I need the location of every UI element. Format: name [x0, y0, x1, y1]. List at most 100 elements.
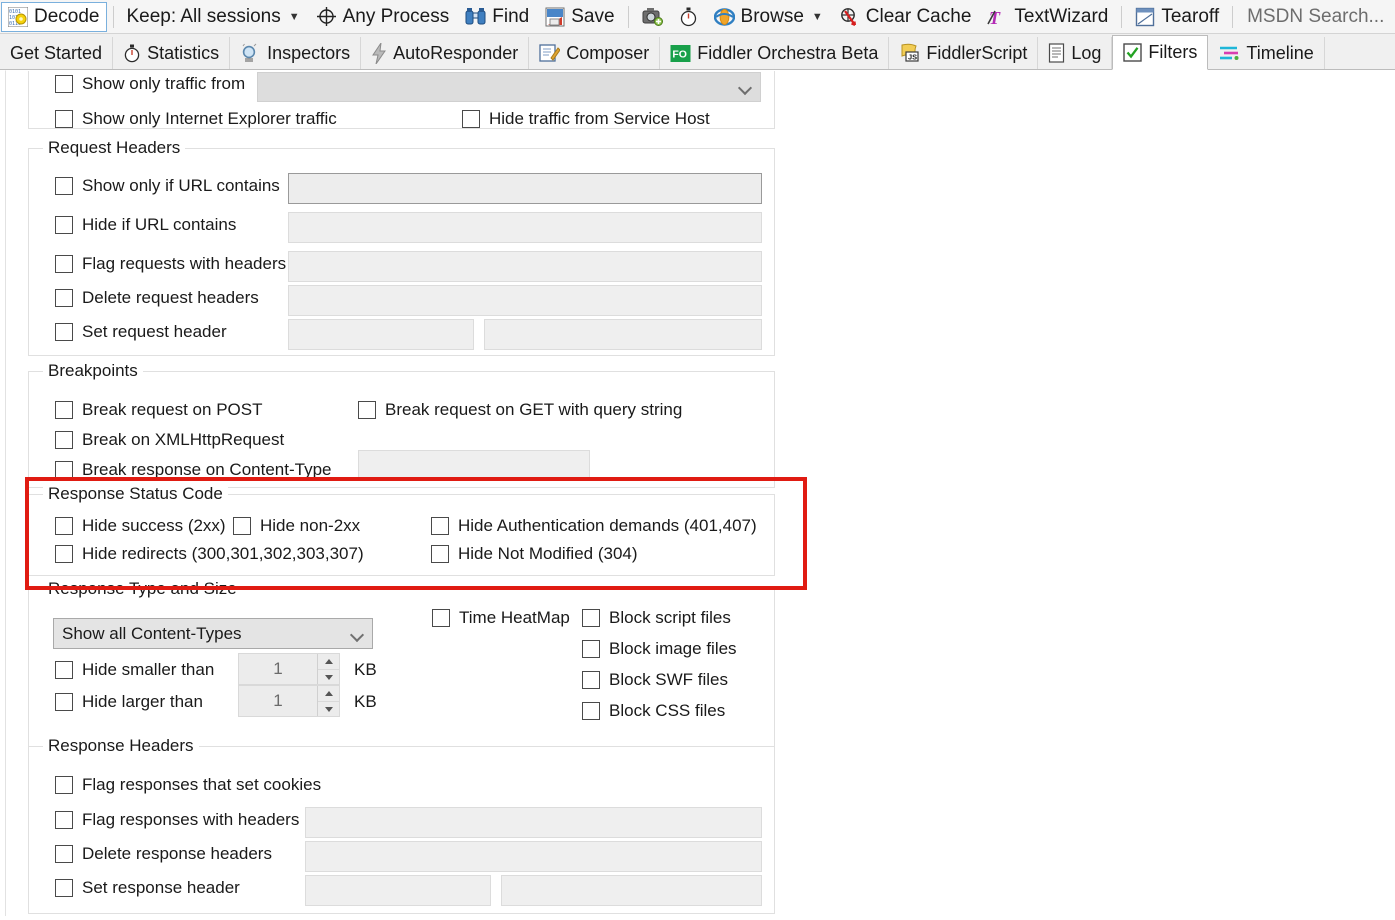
break-response-on-content-type-checkbox[interactable]	[55, 461, 73, 479]
hide-smaller-than-stepper[interactable]: 1	[238, 653, 340, 685]
flag-responses-that-set-cookies-checkbox[interactable]	[55, 776, 73, 794]
js-icon: JS	[899, 43, 920, 63]
set-response-header-checkbox[interactable]	[55, 879, 73, 897]
hide-smaller-than-unit: KB	[354, 660, 377, 679]
show-only-ie-traffic-checkbox[interactable]	[55, 110, 73, 128]
toolbar-separator	[1232, 5, 1234, 28]
show-only-if-url-contains-input[interactable]	[288, 173, 762, 204]
delete-response-headers-input[interactable]	[305, 841, 762, 872]
hide-larger-than-checkbox[interactable]	[55, 693, 73, 711]
textwizard-button[interactable]: T TextWizard	[980, 2, 1115, 32]
tab-get-started[interactable]: Get Started	[0, 37, 114, 69]
hide-not-modified-checkbox[interactable]	[431, 545, 449, 563]
delete-request-headers-input[interactable]	[288, 285, 762, 316]
browse-button[interactable]: Browse ▼	[707, 2, 830, 32]
svg-text:FO: FO	[673, 48, 688, 60]
break-response-on-content-type-input[interactable]	[358, 450, 590, 481]
block-css-files-checkbox[interactable]	[582, 702, 600, 720]
filters-panel-content: Show only traffic from Show only Interne…	[6, 71, 796, 916]
hide-if-url-contains-input[interactable]	[288, 212, 762, 243]
stepper-down-icon[interactable]	[318, 701, 339, 716]
tab-timeline[interactable]: Timeline	[1208, 37, 1325, 69]
hide-smaller-than-checkbox[interactable]	[55, 661, 73, 679]
block-script-files-checkbox[interactable]	[582, 609, 600, 627]
hide-if-url-contains-checkbox[interactable]	[55, 216, 73, 234]
tab-filters[interactable]: Filters	[1112, 35, 1209, 70]
save-button[interactable]: Save	[538, 2, 621, 32]
msdn-search-input[interactable]: MSDN Search...	[1239, 2, 1391, 32]
main-toolbar: 0101 1010 0110 Decode Keep: All sessions…	[0, 0, 1395, 34]
toolbar-separator	[627, 5, 629, 28]
hide-non-2xx-checkbox[interactable]	[233, 517, 251, 535]
stepper-up-icon[interactable]	[318, 686, 339, 702]
timeline-icon	[1218, 44, 1240, 62]
hide-auth-demands-row: Hide Authentication demands (401,407)	[431, 516, 757, 536]
hide-redirects-row: Hide redirects (300,301,302,303,307)	[55, 544, 364, 564]
set-response-header-name-input[interactable]	[305, 875, 491, 906]
tab-composer[interactable]: Composer	[529, 37, 661, 69]
set-response-header-value-input[interactable]	[501, 875, 762, 906]
stepper-down-icon[interactable]	[318, 669, 339, 684]
tab-fiddler-orchestra-beta[interactable]: FO Fiddler Orchestra Beta	[660, 37, 890, 69]
stepper-up-icon[interactable]	[318, 654, 339, 670]
tab-label: Log	[1071, 42, 1102, 63]
flag-responses-with-headers-input[interactable]	[305, 807, 762, 838]
flag-requests-with-headers-input[interactable]	[288, 251, 762, 282]
delete-response-headers-label: Delete response headers	[82, 844, 272, 863]
set-request-header-name-input[interactable]	[288, 319, 474, 350]
break-on-xhr-label: Break on XMLHttpRequest	[82, 430, 285, 449]
stepper-buttons[interactable]	[317, 686, 339, 716]
stopwatch-icon	[679, 7, 698, 27]
tearoff-button[interactable]: Tearoff	[1128, 2, 1226, 32]
delete-response-headers-checkbox[interactable]	[55, 845, 73, 863]
request-headers-group: Request Headers Show only if URL contain…	[28, 138, 775, 356]
break-on-xhr-checkbox[interactable]	[55, 431, 73, 449]
keep-sessions-dropdown[interactable]: Keep: All sessions ▼	[120, 2, 307, 32]
binoculars-icon	[465, 7, 486, 26]
hide-larger-than-label: Hide larger than	[82, 692, 203, 711]
hide-larger-than-stepper[interactable]: 1	[238, 685, 340, 717]
tab-inspectors[interactable]: Inspectors	[230, 37, 362, 69]
tab-statistics[interactable]: Statistics	[113, 37, 231, 69]
hide-redirects-checkbox[interactable]	[55, 545, 73, 563]
break-request-on-post-checkbox[interactable]	[55, 401, 73, 419]
tab-label: Fiddler Orchestra Beta	[697, 42, 879, 63]
hide-success-label: Hide success (2xx)	[82, 516, 226, 535]
hide-larger-than-row: Hide larger than	[55, 692, 203, 712]
show-only-if-url-contains-checkbox[interactable]	[55, 177, 73, 195]
hide-service-host-checkbox[interactable]	[462, 110, 480, 128]
hide-success-checkbox[interactable]	[55, 517, 73, 535]
block-image-files-checkbox[interactable]	[582, 640, 600, 658]
flag-requests-with-headers-checkbox[interactable]	[55, 255, 73, 273]
block-swf-files-checkbox[interactable]	[582, 671, 600, 689]
break-request-on-get-checkbox[interactable]	[358, 401, 376, 419]
time-heatmap-checkbox[interactable]	[432, 609, 450, 627]
delete-request-headers-checkbox[interactable]	[55, 289, 73, 307]
tab-fiddlerscript[interactable]: JS FiddlerScript	[889, 37, 1039, 69]
chevron-down-icon[interactable]: ▼	[812, 11, 823, 23]
screenshot-button[interactable]	[635, 2, 670, 32]
hide-auth-demands-checkbox[interactable]	[431, 517, 449, 535]
show-only-if-url-contains-row: Show only if URL contains	[55, 176, 280, 196]
break-request-on-post-label: Break request on POST	[82, 400, 263, 419]
flag-responses-with-headers-checkbox[interactable]	[55, 811, 73, 829]
any-process-button[interactable]: Any Process	[309, 2, 457, 32]
find-button[interactable]: Find	[458, 2, 536, 32]
show-only-traffic-from-checkbox[interactable]	[55, 75, 73, 93]
timer-button[interactable]	[672, 2, 705, 32]
traffic-from-process-select[interactable]	[257, 72, 761, 102]
magnifier-icon	[240, 43, 261, 63]
block-image-files-row: Block image files	[582, 639, 737, 659]
show-only-if-url-contains-label: Show only if URL contains	[82, 176, 280, 195]
set-request-header-value-input[interactable]	[484, 319, 762, 350]
tab-autoresponder[interactable]: AutoResponder	[361, 37, 530, 69]
content-type-select[interactable]: Show all Content-Types	[53, 618, 373, 649]
decode-button[interactable]: 0101 1010 0110 Decode	[1, 1, 107, 32]
tearoff-label: Tearoff	[1161, 6, 1220, 27]
set-request-header-checkbox[interactable]	[55, 323, 73, 341]
clear-cache-button[interactable]: Clear Cache	[832, 2, 979, 32]
stepper-buttons[interactable]	[317, 654, 339, 684]
hide-redirects-label: Hide redirects (300,301,302,303,307)	[82, 544, 364, 563]
tab-log[interactable]: Log	[1038, 37, 1113, 69]
hide-smaller-than-value: 1	[273, 659, 283, 678]
